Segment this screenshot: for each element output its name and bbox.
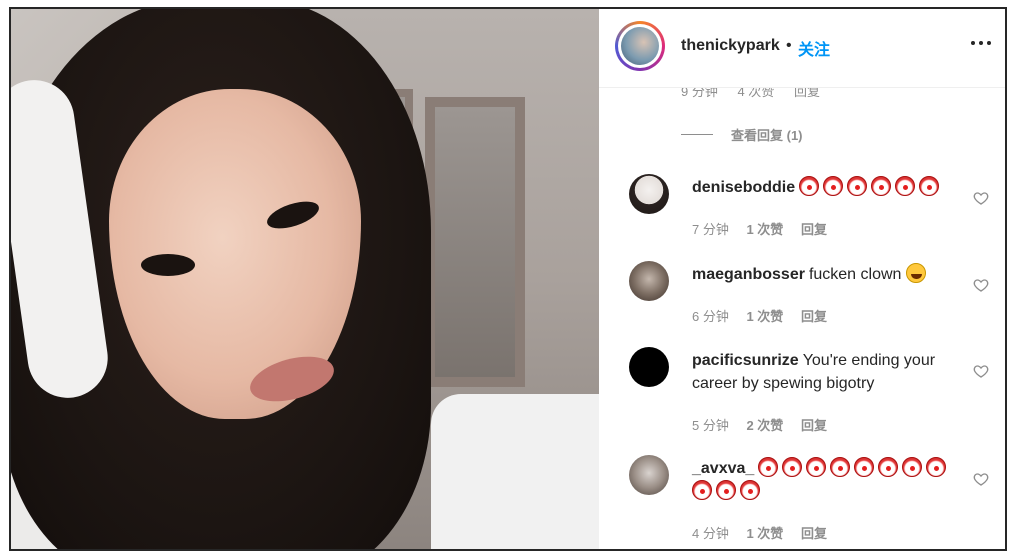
author-avatar[interactable] bbox=[615, 21, 665, 71]
clown-emoji-group bbox=[799, 176, 943, 196]
background-mirror bbox=[425, 97, 525, 387]
more-options-icon[interactable] bbox=[971, 41, 991, 47]
comment-meta: 5 分钟 2 次赞 回复 bbox=[692, 415, 841, 434]
comment-text: pacificsunrize You're ending your career … bbox=[692, 352, 936, 392]
reply-button[interactable]: 回复 bbox=[801, 418, 827, 433]
post-header: thenickypark • 关注 bbox=[599, 9, 1005, 88]
comment-time: 6 分钟 bbox=[692, 309, 729, 324]
comment-meta: 6 分钟 1 次赞 回复 bbox=[692, 306, 841, 325]
commenter-avatar[interactable] bbox=[629, 261, 669, 301]
comment-username[interactable]: deniseboddie bbox=[692, 179, 795, 196]
view-replies-button[interactable]: 查看回复 (1) bbox=[681, 125, 803, 144]
post-photo[interactable] bbox=[11, 9, 599, 549]
comment-likes[interactable]: 1 次赞 bbox=[746, 526, 783, 541]
comment-time: 4 分钟 bbox=[692, 526, 729, 541]
comment-text: _avxva_ bbox=[692, 457, 958, 503]
heart-icon[interactable] bbox=[973, 277, 989, 293]
photo-eye-left bbox=[141, 254, 195, 276]
comment-username[interactable]: maeganbosser bbox=[692, 266, 805, 283]
header-separator: • bbox=[786, 37, 792, 54]
comment-meta: 4 分钟 1 次赞 回复 bbox=[692, 523, 841, 542]
comment-likes[interactable]: 2 次赞 bbox=[746, 418, 783, 433]
comments-panel: thenickypark • 关注 9 分钟 4 次赞 回复 查看回复 (1) … bbox=[599, 9, 1005, 549]
comment-username[interactable]: pacificsunrize bbox=[692, 352, 799, 369]
comment-text: deniseboddie bbox=[692, 176, 958, 199]
commenter-avatar[interactable] bbox=[629, 174, 669, 214]
author-username[interactable]: thenickypark bbox=[681, 37, 780, 55]
replies-divider bbox=[681, 134, 713, 135]
heart-icon[interactable] bbox=[973, 471, 989, 487]
comment-likes[interactable]: 1 次赞 bbox=[746, 309, 783, 324]
comment-time: 7 分钟 bbox=[692, 222, 729, 237]
comment-text: maeganbosser fucken clown bbox=[692, 263, 958, 286]
follow-button[interactable]: 关注 bbox=[798, 36, 830, 60]
comment-likes[interactable]: 1 次赞 bbox=[746, 222, 783, 237]
commenter-avatar[interactable] bbox=[629, 347, 669, 387]
comment-meta: 7 分钟 1 次赞 回复 bbox=[692, 219, 841, 238]
reply-button[interactable]: 回复 bbox=[801, 526, 827, 541]
laughing-emoji bbox=[905, 263, 926, 283]
reply-button[interactable]: 回复 bbox=[801, 222, 827, 237]
commenter-avatar[interactable] bbox=[629, 455, 669, 495]
heart-icon[interactable] bbox=[973, 363, 989, 379]
reply-button[interactable]: 回复 bbox=[801, 309, 827, 324]
comment-username[interactable]: _avxva_ bbox=[692, 460, 754, 477]
photo-shirt bbox=[431, 394, 599, 549]
comment-time: 5 分钟 bbox=[692, 418, 729, 433]
view-replies-label: 查看回复 (1) bbox=[731, 128, 803, 143]
heart-icon[interactable] bbox=[973, 190, 989, 206]
post-dialog: thenickypark • 关注 9 分钟 4 次赞 回复 查看回复 (1) … bbox=[9, 7, 1007, 551]
